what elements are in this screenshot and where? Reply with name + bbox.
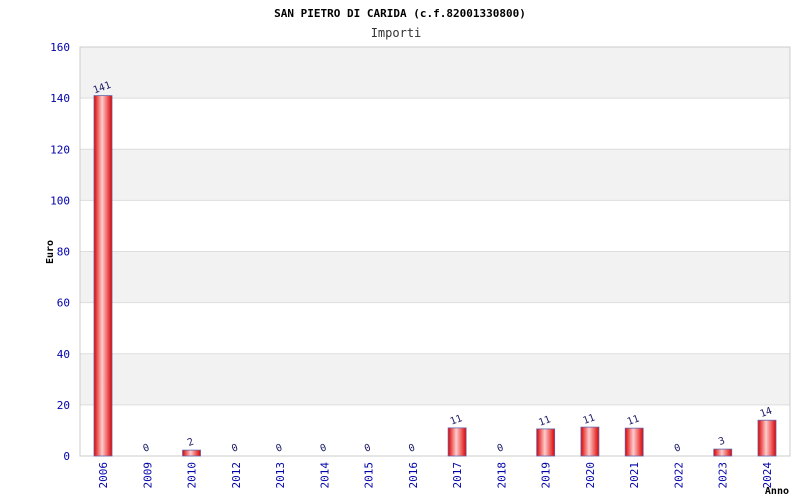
grid-band — [80, 404, 790, 456]
grid-band — [80, 302, 790, 354]
bar — [93, 95, 113, 457]
x-tick-label: 2023 — [717, 462, 730, 489]
y-tick-label: 80 — [57, 246, 70, 259]
x-tick-label: 2013 — [274, 462, 287, 489]
chart: SAN PIETRO DI CARIDA (c.f.82001330800) I… — [45, 7, 791, 497]
x-tick-label: 2014 — [318, 462, 331, 489]
bar — [447, 427, 467, 457]
bar — [757, 419, 777, 457]
x-tick-label: 2019 — [540, 462, 553, 489]
bar — [713, 448, 733, 457]
x-tick-label: 2021 — [628, 462, 641, 489]
x-tick-label: 2006 — [97, 462, 110, 489]
x-tick-label: 2015 — [363, 462, 376, 489]
y-axis-label: Euro — [45, 240, 56, 264]
grid-band — [80, 251, 790, 303]
x-tick-label: 2017 — [451, 462, 464, 489]
grid-band — [80, 47, 790, 99]
x-axis-label: Anno — [765, 486, 789, 497]
y-tick-label: 20 — [57, 399, 70, 412]
x-tick-label: 2009 — [141, 462, 154, 489]
grid-band — [80, 200, 790, 252]
bar — [182, 449, 201, 457]
chart-subtitle: Importi — [371, 26, 422, 40]
chart-title: SAN PIETRO DI CARIDA (c.f.82001330800) — [274, 7, 526, 20]
y-tick-label: 40 — [57, 348, 70, 361]
grid-band — [80, 353, 790, 405]
y-tick-label: 160 — [50, 41, 70, 54]
bar — [580, 426, 600, 457]
y-tick-label: 120 — [50, 143, 70, 156]
grid-band — [80, 98, 790, 150]
x-tick-label: 2024 — [761, 462, 774, 489]
x-tick-label: 2022 — [672, 462, 685, 489]
y-tick-label: 140 — [50, 92, 70, 105]
x-tick-label: 2016 — [407, 462, 420, 489]
x-tick-label: 2020 — [584, 462, 597, 489]
grid-band — [80, 149, 790, 201]
x-tick-label: 2012 — [230, 462, 243, 489]
y-tick-label: 100 — [50, 194, 70, 207]
x-axis-ticks: 2006 2009 2010 2012 2013 2014 2015 2016 2017 2018… — [97, 462, 774, 489]
bar — [536, 428, 556, 457]
x-tick-label: 2010 — [186, 462, 199, 489]
y-tick-label: 60 — [57, 297, 70, 310]
x-tick-label: 2018 — [495, 462, 508, 489]
y-tick-label: 0 — [63, 450, 70, 463]
bar — [624, 427, 644, 457]
